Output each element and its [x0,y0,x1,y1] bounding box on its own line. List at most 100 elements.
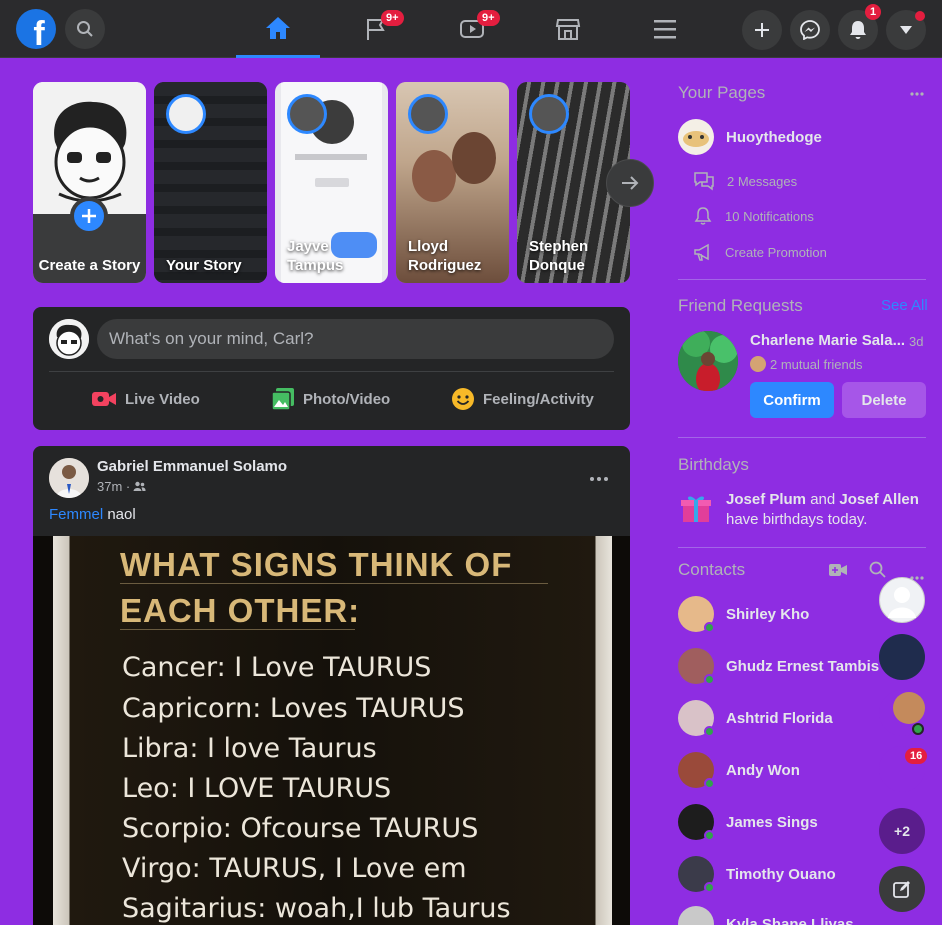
birthday-friend[interactable]: Josef Allen [839,491,918,508]
chat-head[interactable] [879,577,925,623]
chat-head[interactable] [879,690,925,736]
contact-item[interactable]: Timothy Ouano [678,854,836,894]
contact-avatar [678,856,715,893]
stories-next-button[interactable] [606,159,654,207]
search-icon [77,21,93,37]
contact-name: James Sings [726,813,818,831]
contact-name: Ashtrid Florida [726,709,833,727]
story-lloyd[interactable]: Lloyd Rodriguez [396,82,509,283]
story-label: Lloyd Rodriguez [408,238,482,274]
contact-item[interactable]: Ghudz Ernest Tambis [678,646,879,686]
story-create[interactable]: Create a Story [33,82,146,283]
messenger-button[interactable] [790,10,830,50]
story-label: Jayve Tampus [287,238,344,274]
post-meta: 37m · [97,479,146,494]
request-name[interactable]: Charlene Marie Sala... [750,332,905,349]
search-icon [869,561,886,578]
search-button[interactable] [65,9,105,49]
contact-item[interactable]: Ashtrid Florida [678,698,833,738]
chat-head[interactable]: 16 [879,746,928,792]
tab-marketplace[interactable] [526,0,610,58]
tab-watch[interactable]: 9+ [430,0,514,58]
story-thumbnail-line [295,154,367,160]
online-indicator [704,726,715,737]
create-button[interactable] [742,10,782,50]
profile-cartoon-image [33,82,146,214]
tab-home[interactable] [236,0,320,58]
story-your-story[interactable]: Your Story [154,82,267,283]
more-chats-button[interactable]: +2 [879,808,925,854]
photo-icon [271,388,294,411]
contact-item[interactable]: Andy Won [678,750,800,790]
chat-head-avatar [893,692,925,724]
feeling-activity-label: Feeling/Activity [483,390,594,408]
tagged-user-link[interactable]: Femmel [49,506,103,523]
watch-badge: 9+ [477,10,500,26]
contact-name: Timothy Ouano [726,865,836,883]
post-image[interactable]: WHAT SIGNS THINK OF EACH OTHER: Cancer: … [33,536,630,925]
see-all-link[interactable]: See All [881,297,928,314]
birthday-friend[interactable]: Josef Plum [726,491,806,508]
post-time[interactable]: 37m · [97,479,130,494]
contact-avatar [678,648,715,685]
contact-item[interactable]: James Sings [678,802,818,842]
story-thumbnail-button [315,178,349,187]
gift-icon [680,493,712,528]
post-author-avatar[interactable] [49,458,89,498]
story-avatar [408,94,448,134]
messenger-icon [800,20,820,40]
live-video-label: Live Video [125,390,200,408]
account-button[interactable] [886,10,926,50]
page-notifications-link[interactable]: 10 Notifications [693,206,814,226]
mutual-friends-label: 2 mutual friends [770,356,863,372]
contact-item[interactable]: Shirley Kho [678,594,809,634]
create-promotion-link[interactable]: Create Promotion [693,242,827,262]
tab-pages[interactable]: 9+ [334,0,418,58]
chat-unread-badge: 16 [905,748,928,764]
image-title-underline [120,583,548,584]
contact-name: Shirley Kho [726,605,810,623]
delete-button[interactable]: Delete [842,382,926,418]
contact-item[interactable]: Kyla Shane Lliyas [678,904,854,925]
bell-outline-icon [694,207,712,225]
arrow-right-icon [622,176,639,190]
new-message-button[interactable] [879,866,925,912]
create-promotion-label: Create Promotion [725,244,827,260]
friend-requests-heading: Friend Requests [678,296,803,315]
page-notifications-label: 10 Notifications [725,208,814,224]
plus-icon [755,23,769,37]
chat-head[interactable] [879,634,925,680]
new-room-button[interactable] [829,563,847,582]
page-messages-link[interactable]: 2 Messages [693,171,797,191]
contact-name: Andy Won [726,761,800,779]
hamburger-menu-icon [654,20,676,39]
chat-bubbles-icon [694,172,714,191]
user-avatar[interactable] [49,319,89,359]
post-options-button[interactable] [590,464,608,487]
notifications-button[interactable]: 1 [838,4,882,50]
image-title-underline [120,629,355,630]
profile-cartoon-image [49,319,89,359]
add-story-button[interactable] [70,197,108,235]
photo-video-button[interactable]: Photo/Video [271,385,390,413]
request-avatar[interactable] [678,331,738,391]
live-video-button[interactable]: Live Video [91,385,200,413]
requester-photo [678,331,738,391]
post-author-name[interactable]: Gabriel Emmanuel Solamo [97,458,287,475]
section-divider [678,547,926,548]
contact-avatar [678,596,715,633]
image-text-line: Leo: I LOVE TAURUS [122,773,392,804]
feeling-activity-button[interactable]: Feeling/Activity [451,385,594,413]
friends-audience-icon [133,481,146,491]
section-divider [678,437,926,438]
page-item[interactable]: Huoythedoge [678,119,822,155]
confirm-button[interactable]: Confirm [750,382,834,418]
status-input[interactable]: What's on your mind, Carl? [97,319,614,359]
default-avatar-icon [888,587,916,618]
facebook-logo-icon[interactable]: f [16,9,56,49]
tab-menu[interactable] [623,0,707,58]
story-jayve[interactable]: Jayve Tampus [275,82,388,283]
post-text: Femmel naol [49,506,136,523]
mutual-friends: 2 mutual friends [750,356,863,372]
pages-options-button[interactable] [910,83,924,101]
